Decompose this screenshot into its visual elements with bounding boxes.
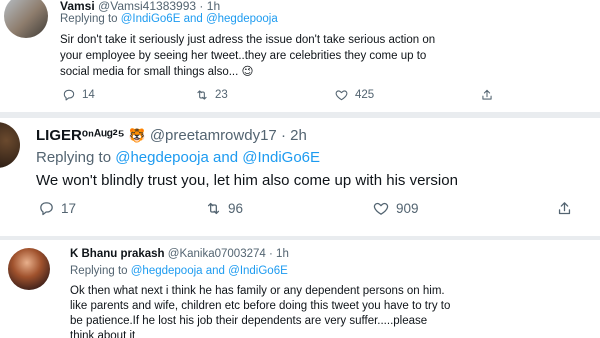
replying-to-label: Replying to: [36, 149, 112, 166]
mention-link[interactable]: @IndiGo6E: [121, 13, 181, 25]
tweet-text: We won't blindly trust you, let him also…: [36, 171, 458, 191]
replying-to: Replying to @hegdepooja and @IndiGo6E: [36, 149, 320, 166]
mention-link[interactable]: @hegdepooja: [131, 265, 203, 277]
reply-icon: [63, 89, 75, 101]
tweet-text-line: Ok then what next i think he has family …: [70, 285, 445, 297]
reply-icon: [40, 202, 53, 216]
share-icon: [558, 202, 571, 215]
share-button[interactable]: [556, 200, 573, 217]
reply-count: 17: [61, 201, 77, 216]
replying-to-and: and: [183, 13, 203, 25]
tweet-header: LIGERᵒⁿᴬᵘᵍ²⁵ 🐯 @preetamrowdy17 · 2h: [36, 127, 307, 144]
reply-button[interactable]: 14: [62, 88, 95, 102]
retweet-icon: [197, 90, 207, 100]
tweet-text: Ok then what next i think he has family …: [70, 284, 450, 338]
separator-dot: ·: [199, 0, 204, 13]
display-name[interactable]: LIGERᵒⁿᴬᵘᵍ²⁵: [36, 127, 125, 144]
timestamp[interactable]: 1h: [207, 0, 220, 13]
tweet-text-line: think about it: [70, 330, 136, 338]
replying-to-and: and: [213, 149, 239, 166]
tweet-text-line-content: social media for small things also...: [60, 66, 239, 78]
replying-to: Replying to @IndiGo6E and @hegdepooja: [60, 13, 278, 25]
share-button[interactable]: [480, 88, 494, 102]
tweet-header: Vamsi @Vamsi41383993 · 1h: [60, 0, 220, 13]
tweet-liger[interactable]: LIGERᵒⁿᴬᵘᵍ²⁵ 🐯 @preetamrowdy17 · 2h Repl…: [0, 118, 600, 236]
user-handle[interactable]: @Vamsi41383993: [98, 0, 196, 13]
replying-to-label: Replying to: [60, 13, 118, 25]
display-name[interactable]: Vamsi: [60, 0, 95, 13]
tweet-bhanu-prakash[interactable]: K Bhanu prakash @Kanika07003274 · 1h Rep…: [0, 240, 600, 338]
display-name-suffix: ᵒⁿᴬᵘᵍ²⁵: [81, 127, 125, 144]
tweet-text-line: social media for small things also... 😉: [60, 64, 435, 80]
replying-to-and: and: [205, 265, 225, 277]
retweet-count: 23: [215, 89, 228, 101]
avatar[interactable]: [8, 248, 50, 290]
mention-link[interactable]: @IndiGo6E: [242, 149, 320, 166]
mention-link[interactable]: @IndiGo6E: [228, 265, 288, 277]
replying-to: Replying to @hegdepooja and @IndiGo6E: [70, 265, 288, 277]
heart-icon: [335, 90, 348, 101]
share-icon: [482, 89, 492, 100]
retweet-button[interactable]: 23: [195, 88, 228, 102]
retweet-button[interactable]: 96: [205, 200, 243, 217]
like-count: 425: [355, 89, 375, 101]
tweet-text: Sir don't take it seriously just adress …: [60, 32, 435, 80]
retweet-count: 96: [228, 201, 244, 216]
timestamp[interactable]: 1h: [276, 248, 289, 260]
heart-icon: [373, 202, 389, 215]
reply-button[interactable]: 17: [38, 200, 76, 217]
display-name[interactable]: K Bhanu prakash: [70, 248, 165, 260]
tiger-emoji: 🐯: [128, 128, 146, 143]
separator-dot: ·: [280, 127, 286, 144]
tweet-text-line: your employee by seeing her tweet..they …: [60, 50, 427, 62]
replying-to-label: Replying to: [70, 265, 128, 277]
reply-count: 14: [82, 89, 95, 101]
mention-link[interactable]: @hegdepooja: [206, 13, 278, 25]
tweet-text-line: like parents and wife, children etc befo…: [70, 300, 451, 312]
retweet-icon: [207, 202, 220, 215]
wink-emoji: 😉: [241, 66, 254, 78]
tweet-vamsi[interactable]: Vamsi @Vamsi41383993 · 1h Replying to @I…: [0, 0, 600, 112]
tweet-text-line: We won't blindly trust you, let him also…: [36, 172, 458, 189]
like-button[interactable]: 909: [372, 200, 419, 217]
timestamp[interactable]: 2h: [290, 127, 307, 144]
avatar[interactable]: [4, 0, 48, 38]
tweet-header: K Bhanu prakash @Kanika07003274 · 1h: [70, 248, 289, 260]
user-handle[interactable]: @Kanika07003274: [168, 248, 266, 260]
tweet-text-line: Sir don't take it seriously just adress …: [60, 34, 436, 46]
like-count: 909: [396, 201, 419, 216]
mention-link[interactable]: @hegdepooja: [115, 149, 209, 166]
avatar[interactable]: [0, 122, 20, 168]
display-name-text: LIGER: [36, 127, 82, 144]
user-handle[interactable]: @preetamrowdy17: [150, 127, 277, 144]
separator-dot: ·: [269, 248, 273, 260]
tweet-text-line: be patience.If he lost his job their dep…: [70, 315, 428, 327]
like-button[interactable]: 425: [334, 88, 374, 102]
